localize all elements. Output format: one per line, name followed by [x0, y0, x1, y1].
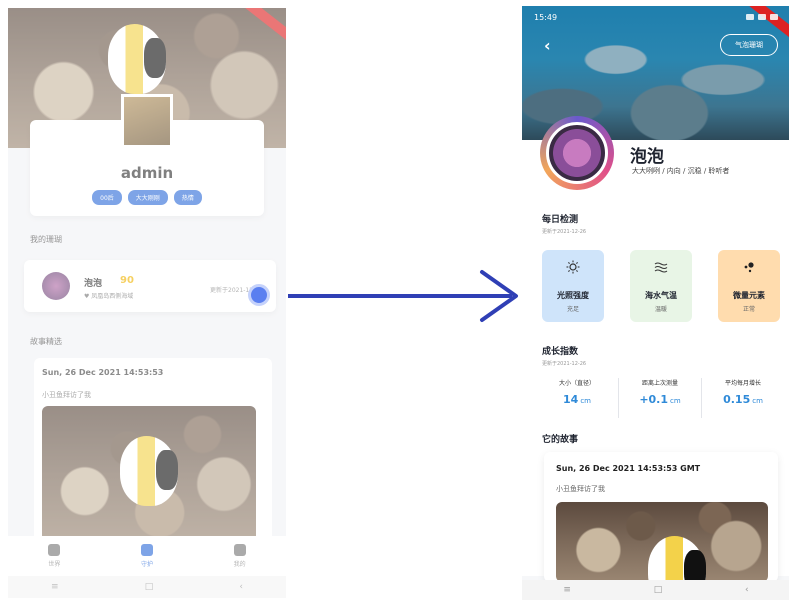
- my-tank-heading: 我的珊瑚: [30, 235, 62, 244]
- story-text: 小丑鱼拜访了我: [556, 485, 605, 493]
- coral-name: 泡泡: [630, 147, 664, 167]
- story-heading: 故事精选: [30, 337, 62, 346]
- story-image: [556, 502, 768, 582]
- system-nav-bar: ≡ □ ‹: [522, 580, 789, 600]
- metric-trace-elements[interactable]: 微量元素 正常: [718, 250, 780, 322]
- bottom-tab-bar: 世界 守护 我的: [8, 536, 286, 576]
- growth-label: 距离上次测量: [641, 380, 678, 387]
- growth-unit: cm: [752, 397, 763, 405]
- system-nav-bar: ≡ □ ‹: [8, 576, 286, 598]
- metric-label: 光照强度: [557, 291, 589, 300]
- stage: admin 00后 大大刚刚 热情 我的珊瑚 泡泡 90 ♥ 凤凰岛西侧海域 更…: [0, 0, 789, 606]
- right-phone-screen: 15:49 ‹ 气泡珊瑚 泡泡 大大咧咧 / 内向 / 沉稳 / 聆听者 每日检…: [522, 6, 789, 600]
- growth-updated: 更新于2021-12-26: [542, 361, 587, 367]
- wifi-icon: [758, 14, 766, 20]
- story-text: 小丑鱼拜访了我: [42, 391, 91, 399]
- its-story-title: 它的故事: [542, 435, 579, 445]
- coral-avatar: [546, 122, 608, 184]
- metric-label: 海水气温: [645, 291, 677, 300]
- daily-check-updated: 更新于2021-12-26: [542, 229, 587, 235]
- coral-type-button[interactable]: 气泡珊瑚: [720, 34, 778, 56]
- user-icon: [233, 544, 246, 556]
- coral-name: 泡泡: [84, 279, 103, 289]
- growth-title: 成长指数: [542, 347, 579, 357]
- metric-status: 温暖: [654, 306, 667, 313]
- growth-value: +0.1: [639, 393, 669, 406]
- coral-location: ♥ 凤凰岛西侧海域: [84, 293, 134, 300]
- status-icons: [746, 14, 778, 20]
- metric-status: 充足: [566, 306, 579, 313]
- coral-score: 90: [120, 275, 134, 286]
- growth-value: 14: [563, 393, 579, 406]
- profile-tags: 00后 大大刚刚 热情: [30, 190, 264, 205]
- metric-light[interactable]: 光照强度 充足: [542, 250, 604, 322]
- tab-label: 世界: [48, 561, 61, 568]
- story-date: Sun, 26 Dec 2021 14:53:53 GMT: [556, 464, 701, 473]
- coral-list-item[interactable]: 泡泡 90 ♥ 凤凰岛西侧海域 更新于2021-12-26: [24, 260, 276, 312]
- transition-arrow-icon: [288, 270, 518, 322]
- status-time: 15:49: [534, 12, 558, 22]
- metric-label: 微量元素: [733, 291, 765, 300]
- tab-world[interactable]: 世界: [48, 544, 60, 568]
- guard-icon: [140, 544, 153, 556]
- growth-label: 平均每月增长: [724, 380, 761, 387]
- story-card[interactable]: Sun, 26 Dec 2021 14:53:53 小丑鱼拜访了我: [34, 358, 272, 548]
- growth-value: 0.15: [723, 393, 751, 406]
- growth-stats: 大小（直径） 14 cm 距离上次测量 +0.1 cm 平均每月增长 0.15 cm: [536, 378, 784, 418]
- home-icon[interactable]: □: [145, 582, 154, 592]
- story-card[interactable]: Sun, 26 Dec 2021 14:53:53 GMT 小丑鱼拜访了我: [544, 452, 778, 582]
- story-date: Sun, 26 Dec 2021 14:53:53: [42, 368, 164, 377]
- profile-tag: 00后: [92, 190, 122, 205]
- coral-traits: 大大咧咧 / 内向 / 沉稳 / 聆听者: [632, 167, 730, 175]
- dots-icon: [740, 258, 758, 276]
- daily-check-title: 每日检测: [542, 215, 579, 225]
- world-icon: [48, 544, 61, 556]
- growth-unit: cm: [670, 397, 681, 405]
- metric-status: 正常: [742, 306, 755, 313]
- status-bar: 15:49: [522, 6, 789, 28]
- profile-tag: 热情: [173, 190, 202, 205]
- left-phone-screen: admin 00后 大大刚刚 热情 我的珊瑚 泡泡 90 ♥ 凤凰岛西侧海域 更…: [8, 8, 286, 598]
- coral-avatar: [42, 272, 70, 300]
- tab-me[interactable]: 我的: [233, 544, 246, 568]
- growth-monthly: 平均每月增长 0.15 cm: [702, 378, 784, 418]
- metric-water-temp[interactable]: 海水气温 温暖: [630, 250, 692, 322]
- tab-label: 我的: [233, 561, 246, 568]
- corner-ribbon: [243, 8, 286, 44]
- tap-indicator: [248, 284, 270, 306]
- back-icon[interactable]: ‹: [239, 582, 243, 592]
- growth-since-last: 距离上次测量 +0.1 cm: [619, 378, 702, 418]
- back-icon[interactable]: ‹: [745, 585, 749, 595]
- home-icon[interactable]: □: [654, 585, 663, 595]
- growth-unit: cm: [580, 397, 591, 405]
- sun-icon: [564, 258, 582, 276]
- tab-guard[interactable]: 守护: [140, 544, 153, 568]
- profile-tag: 大大刚刚: [127, 190, 168, 205]
- menu-icon[interactable]: ≡: [563, 585, 571, 595]
- tab-label: 守护: [140, 561, 153, 568]
- growth-label: 大小（直径）: [558, 380, 595, 387]
- back-button[interactable]: ‹: [544, 36, 551, 55]
- menu-icon[interactable]: ≡: [51, 582, 59, 592]
- profile-avatar: [121, 94, 173, 148]
- story-image: [42, 406, 256, 548]
- fish-image: [108, 24, 166, 94]
- growth-size: 大小（直径） 14 cm: [536, 378, 619, 418]
- profile-name: admin: [120, 164, 174, 182]
- waves-icon: [652, 258, 670, 276]
- coral-avatar-ring: [540, 116, 614, 190]
- battery-icon: [770, 14, 778, 20]
- signal-icon: [746, 14, 754, 20]
